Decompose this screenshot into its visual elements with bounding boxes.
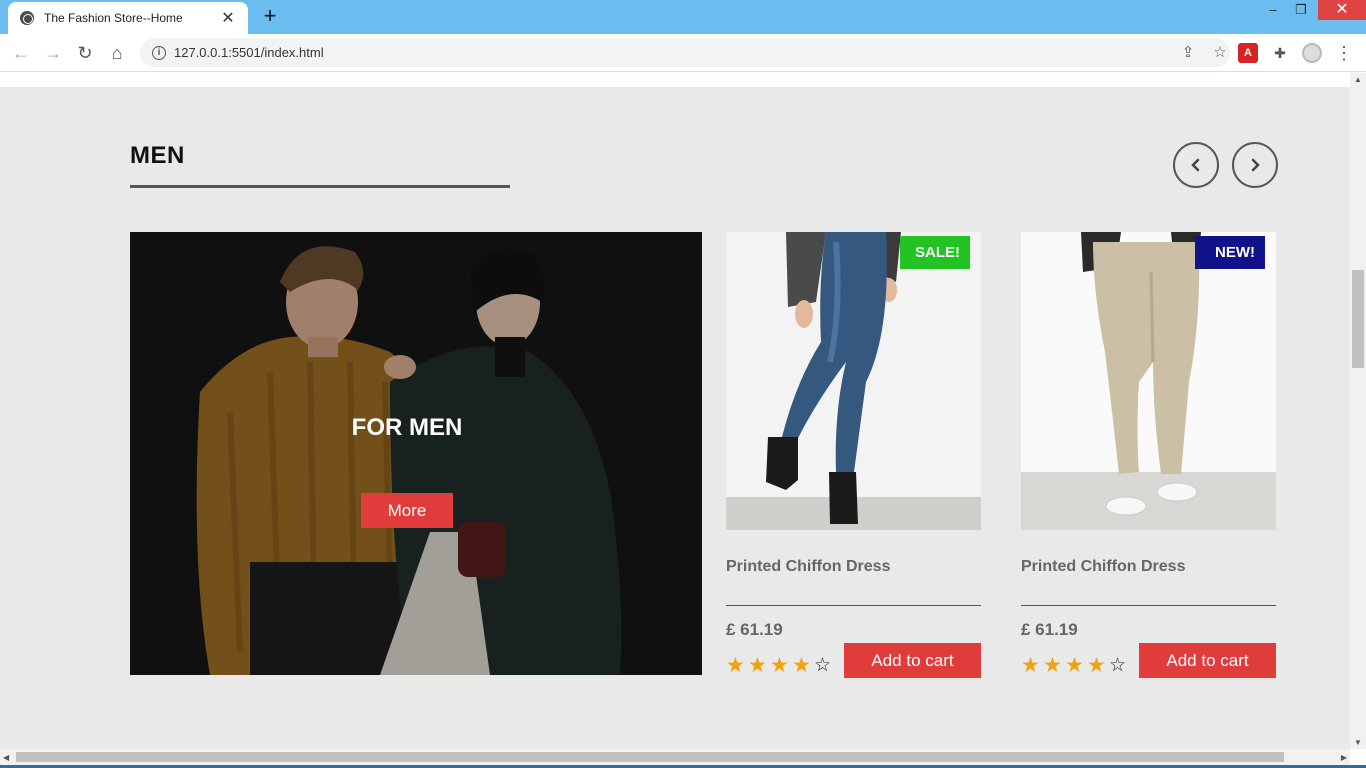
kebab-menu-icon[interactable]: ⋮ xyxy=(1334,43,1354,63)
page-viewport: MEN FOR MEN More SALE! Printed Chiffon D… xyxy=(0,73,1350,749)
window-close-button[interactable]: ✕ xyxy=(1318,0,1366,20)
banner-photo xyxy=(130,232,702,675)
star-filled-icon: ★ xyxy=(1043,654,1062,677)
product-price: £ 61.19 xyxy=(1021,620,1078,639)
share-icon[interactable]: ⇪ xyxy=(1178,43,1198,63)
chevron-right-icon xyxy=(1251,158,1260,172)
add-to-cart-button[interactable]: Add to cart xyxy=(1139,643,1276,678)
star-filled-icon: ★ xyxy=(748,654,767,677)
vertical-scroll-thumb[interactable] xyxy=(1352,270,1364,368)
star-empty-icon: ☆ xyxy=(814,655,832,676)
product-image[interactable]: SALE! xyxy=(726,232,981,530)
tab-title: The Fashion Store--Home xyxy=(44,11,183,25)
product-name[interactable]: Printed Chiffon Dress xyxy=(1021,558,1185,576)
horizontal-scroll-thumb[interactable] xyxy=(16,752,1284,762)
back-button[interactable]: ← xyxy=(10,42,32,64)
product-rating: ★ ★ ★ ★ ☆ xyxy=(1021,654,1131,677)
men-section: MEN FOR MEN More SALE! Printed Chiffon D… xyxy=(0,87,1350,749)
carousel-next-button[interactable] xyxy=(1232,142,1278,188)
new-badge: NEW! xyxy=(1195,236,1265,269)
for-men-banner[interactable]: FOR MEN More xyxy=(130,232,702,675)
product-rating: ★ ★ ★ ★ ☆ xyxy=(726,654,836,677)
horizontal-scrollbar[interactable]: ◀ ▶ xyxy=(0,749,1350,765)
star-filled-icon: ★ xyxy=(1021,654,1040,677)
scroll-down-icon[interactable]: ▼ xyxy=(1354,738,1362,747)
url-text[interactable]: 127.0.0.1:5501/index.html xyxy=(174,45,1166,60)
banner-title: FOR MEN xyxy=(351,414,463,441)
scroll-left-icon[interactable]: ◀ xyxy=(3,753,9,762)
banner-more-button[interactable]: More xyxy=(361,493,453,528)
browser-titlebar: The Fashion Store--Home ✕ + – ❐ ✕ xyxy=(0,0,1366,34)
star-filled-icon: ★ xyxy=(726,654,745,677)
tab-close-icon[interactable]: ✕ xyxy=(220,8,236,28)
section-title: MEN xyxy=(130,142,185,169)
bookmark-star-icon[interactable]: ☆ xyxy=(1210,43,1230,63)
chevron-left-icon xyxy=(1191,158,1200,172)
product-card[interactable]: NEW! Printed Chiffon Dress £ 61.19 ★ ★ ★ ★ ☆… xyxy=(1021,232,1276,680)
chinos-photo xyxy=(1021,232,1276,530)
carousel-prev-button[interactable] xyxy=(1173,142,1219,188)
pdf-extension-icon[interactable]: A xyxy=(1238,43,1258,63)
section-underline xyxy=(130,185,510,188)
browser-toolbar: ← → ↻ ⌂ i 127.0.0.1:5501/index.html ⇪ ☆ … xyxy=(0,34,1366,72)
browser-tab[interactable]: The Fashion Store--Home ✕ xyxy=(8,2,248,34)
profile-avatar-icon[interactable] xyxy=(1302,43,1322,63)
add-to-cart-button[interactable]: Add to cart xyxy=(844,643,981,678)
restore-button[interactable]: ❐ xyxy=(1286,0,1316,20)
scroll-up-icon[interactable]: ▲ xyxy=(1354,75,1362,84)
reload-button[interactable]: ↻ xyxy=(74,42,96,64)
product-divider xyxy=(1021,605,1276,606)
scroll-right-icon[interactable]: ▶ xyxy=(1341,753,1347,762)
star-filled-icon: ★ xyxy=(770,654,789,677)
address-bar[interactable]: i 127.0.0.1:5501/index.html ⇪ ☆ xyxy=(140,38,1230,67)
puzzle-extension-icon[interactable]: ✚ xyxy=(1270,43,1290,63)
site-info-icon[interactable]: i xyxy=(152,45,166,60)
product-price: £ 61.19 xyxy=(726,620,783,639)
star-empty-icon: ☆ xyxy=(1109,655,1127,676)
new-tab-button[interactable]: + xyxy=(258,4,282,28)
home-button[interactable]: ⌂ xyxy=(106,42,128,64)
product-card[interactable]: SALE! Printed Chiffon Dress £ 61.19 ★ ★ ★ ★… xyxy=(726,232,981,680)
forward-button[interactable]: → xyxy=(42,42,64,64)
jeans-photo xyxy=(726,232,981,530)
globe-icon xyxy=(20,11,34,25)
product-name[interactable]: Printed Chiffon Dress xyxy=(726,558,890,576)
minimize-button[interactable]: – xyxy=(1258,0,1288,20)
product-divider xyxy=(726,605,981,606)
star-filled-icon: ★ xyxy=(1087,654,1106,677)
sale-badge: SALE! xyxy=(900,236,970,269)
vertical-scrollbar[interactable]: ▲ ▼ xyxy=(1350,73,1366,749)
star-filled-icon: ★ xyxy=(1065,654,1084,677)
product-image[interactable]: NEW! xyxy=(1021,232,1276,530)
star-filled-icon: ★ xyxy=(792,654,811,677)
